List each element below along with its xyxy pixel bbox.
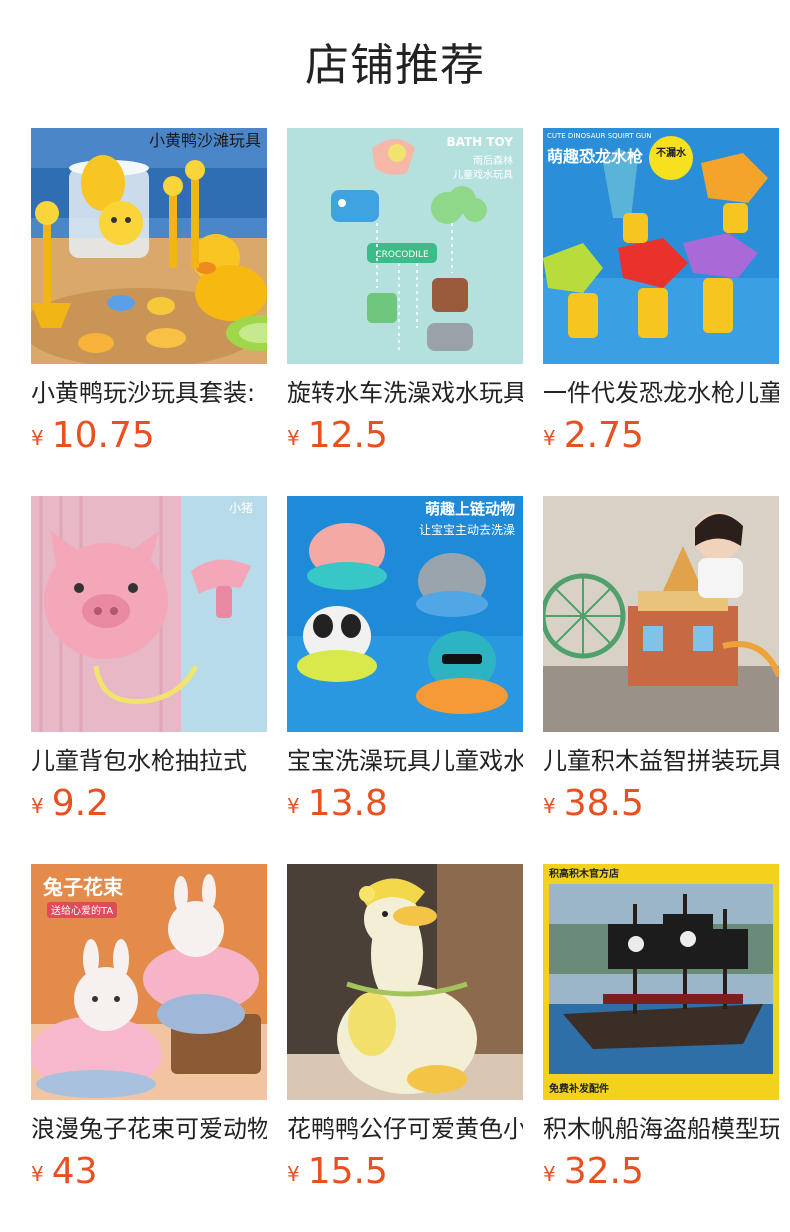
- product-name[interactable]: 小黄鸭玩沙玩具套装:: [31, 376, 267, 410]
- price-value: 10.75: [51, 415, 155, 456]
- image-caption: 积高积木官方店: [549, 867, 619, 880]
- product-card[interactable]: 不漏水 CUTE DINOSAUR SQUIRT GUN 萌趣恐龙水枪 一件代发…: [543, 128, 779, 496]
- product-price: ¥13.8: [287, 782, 523, 826]
- price-value: 38.5: [563, 783, 644, 824]
- product-image[interactable]: 小黄鸭沙滩玩具: [31, 128, 267, 364]
- product-image[interactable]: 小猪: [31, 496, 267, 732]
- product-image[interactable]: [543, 496, 779, 732]
- price-value: 12.5: [307, 415, 388, 456]
- product-name[interactable]: 花鸭鸭公仔可爱黄色小鸭: [287, 1112, 523, 1146]
- product-card[interactable]: 儿童积木益智拼装玩具 ¥38.5: [543, 496, 779, 864]
- image-caption: 小黄鸭沙滩玩具: [149, 131, 261, 150]
- image-subtitle: 免费补发配件: [549, 1082, 609, 1095]
- currency-symbol: ¥: [543, 426, 556, 450]
- product-price: ¥9.2: [31, 782, 267, 826]
- product-name[interactable]: 一件代发恐龙水枪儿童: [543, 376, 779, 410]
- product-card[interactable]: CROCODILE BATH TOY 雨后森林 儿童戏水玩具 旋转水车洗澡戏水玩…: [287, 128, 523, 496]
- product-name[interactable]: 旋转水车洗澡戏水玩具: [287, 376, 523, 410]
- product-price: ¥38.5: [543, 782, 779, 826]
- product-image[interactable]: 积高积木官方店 免费补发配件: [543, 864, 779, 1100]
- product-image[interactable]: CROCODILE BATH TOY 雨后森林 儿童戏水玩具: [287, 128, 523, 364]
- product-name[interactable]: 儿童积木益智拼装玩具: [543, 744, 779, 778]
- image-tag: CROCODILE: [375, 250, 429, 260]
- price-value: 9.2: [51, 783, 109, 824]
- image-subtitle: 让宝宝主动去洗澡: [419, 523, 515, 537]
- currency-symbol: ¥: [31, 794, 44, 818]
- image-caption: 兔子花束: [42, 875, 124, 899]
- currency-symbol: ¥: [287, 426, 300, 450]
- product-image[interactable]: 兔子花束 送给心爱的TA: [31, 864, 267, 1100]
- currency-symbol: ¥: [31, 1162, 44, 1186]
- currency-symbol: ¥: [287, 1162, 300, 1186]
- page-title: 店铺推荐: [305, 40, 485, 91]
- image-subtitle-2: 儿童戏水玩具: [453, 168, 513, 181]
- product-price: ¥15.5: [287, 1150, 523, 1194]
- image-subtitle: 雨后森林: [473, 154, 513, 167]
- product-card[interactable]: 萌趣上链动物 让宝宝主动去洗澡 宝宝洗澡玩具儿童戏水 ¥13.8: [287, 496, 523, 864]
- product-name[interactable]: 儿童背包水枪抽拉式: [31, 744, 267, 778]
- product-price: ¥12.5: [287, 414, 523, 458]
- image-caption: 小猪: [229, 501, 253, 515]
- price-value: 15.5: [307, 1151, 388, 1192]
- product-price: ¥32.5: [543, 1150, 779, 1194]
- product-card[interactable]: 小黄鸭沙滩玩具 小黄鸭玩沙玩具套装: ¥10.75: [31, 128, 267, 496]
- product-name[interactable]: 积木帆船海盗船模型玩具: [543, 1112, 779, 1146]
- product-image[interactable]: [287, 864, 523, 1100]
- shop-recommendation-page: 店铺推荐 小黄鸭沙滩玩具 小黄鸭玩沙玩具套装: ¥ 10.75 CROCODIL…: [0, 0, 790, 1232]
- currency-symbol: ¥: [31, 426, 44, 450]
- currency-symbol: ¥: [543, 1162, 556, 1186]
- product-name[interactable]: 浪漫兔子花束可爱动物: [31, 1112, 267, 1146]
- image-badge: 不漏水: [656, 146, 687, 159]
- image-caption: BATH TOY: [446, 135, 513, 149]
- product-image[interactable]: 不漏水 CUTE DINOSAUR SQUIRT GUN 萌趣恐龙水枪: [543, 128, 779, 364]
- image-subtitle: 送给心爱的TA: [51, 904, 113, 917]
- image-subtitle: CUTE DINOSAUR SQUIRT GUN: [547, 132, 652, 140]
- product-price: ¥2.75: [543, 414, 779, 458]
- product-image[interactable]: 萌趣上链动物 让宝宝主动去洗澡: [287, 496, 523, 732]
- product-price: ¥43: [31, 1150, 267, 1194]
- image-caption: 萌趣恐龙水枪: [547, 147, 643, 166]
- product-card[interactable]: 兔子花束 送给心爱的TA 浪漫兔子花束可爱动物 ¥43: [31, 864, 267, 1232]
- product-grid: 小黄鸭沙滩玩具 小黄鸭玩沙玩具套装: ¥10.75 CROCODILE BATH…: [31, 128, 779, 1232]
- currency-symbol: ¥: [543, 794, 556, 818]
- product-card[interactable]: 小猪 儿童背包水枪抽拉式 ¥9.2: [31, 496, 267, 864]
- price-value: 2.75: [563, 415, 644, 456]
- price-value: 13.8: [307, 783, 388, 824]
- product-price: ¥10.75: [31, 414, 267, 458]
- currency-symbol: ¥: [287, 794, 300, 818]
- price-value: 43: [51, 1151, 98, 1192]
- price-value: 32.5: [563, 1151, 644, 1192]
- image-caption: 萌趣上链动物: [425, 500, 515, 518]
- product-name[interactable]: 宝宝洗澡玩具儿童戏水: [287, 744, 523, 778]
- product-card[interactable]: 积高积木官方店 免费补发配件 积木帆船海盗船模型玩具 ¥32.5: [543, 864, 779, 1232]
- product-card[interactable]: 花鸭鸭公仔可爱黄色小鸭 ¥15.5: [287, 864, 523, 1232]
